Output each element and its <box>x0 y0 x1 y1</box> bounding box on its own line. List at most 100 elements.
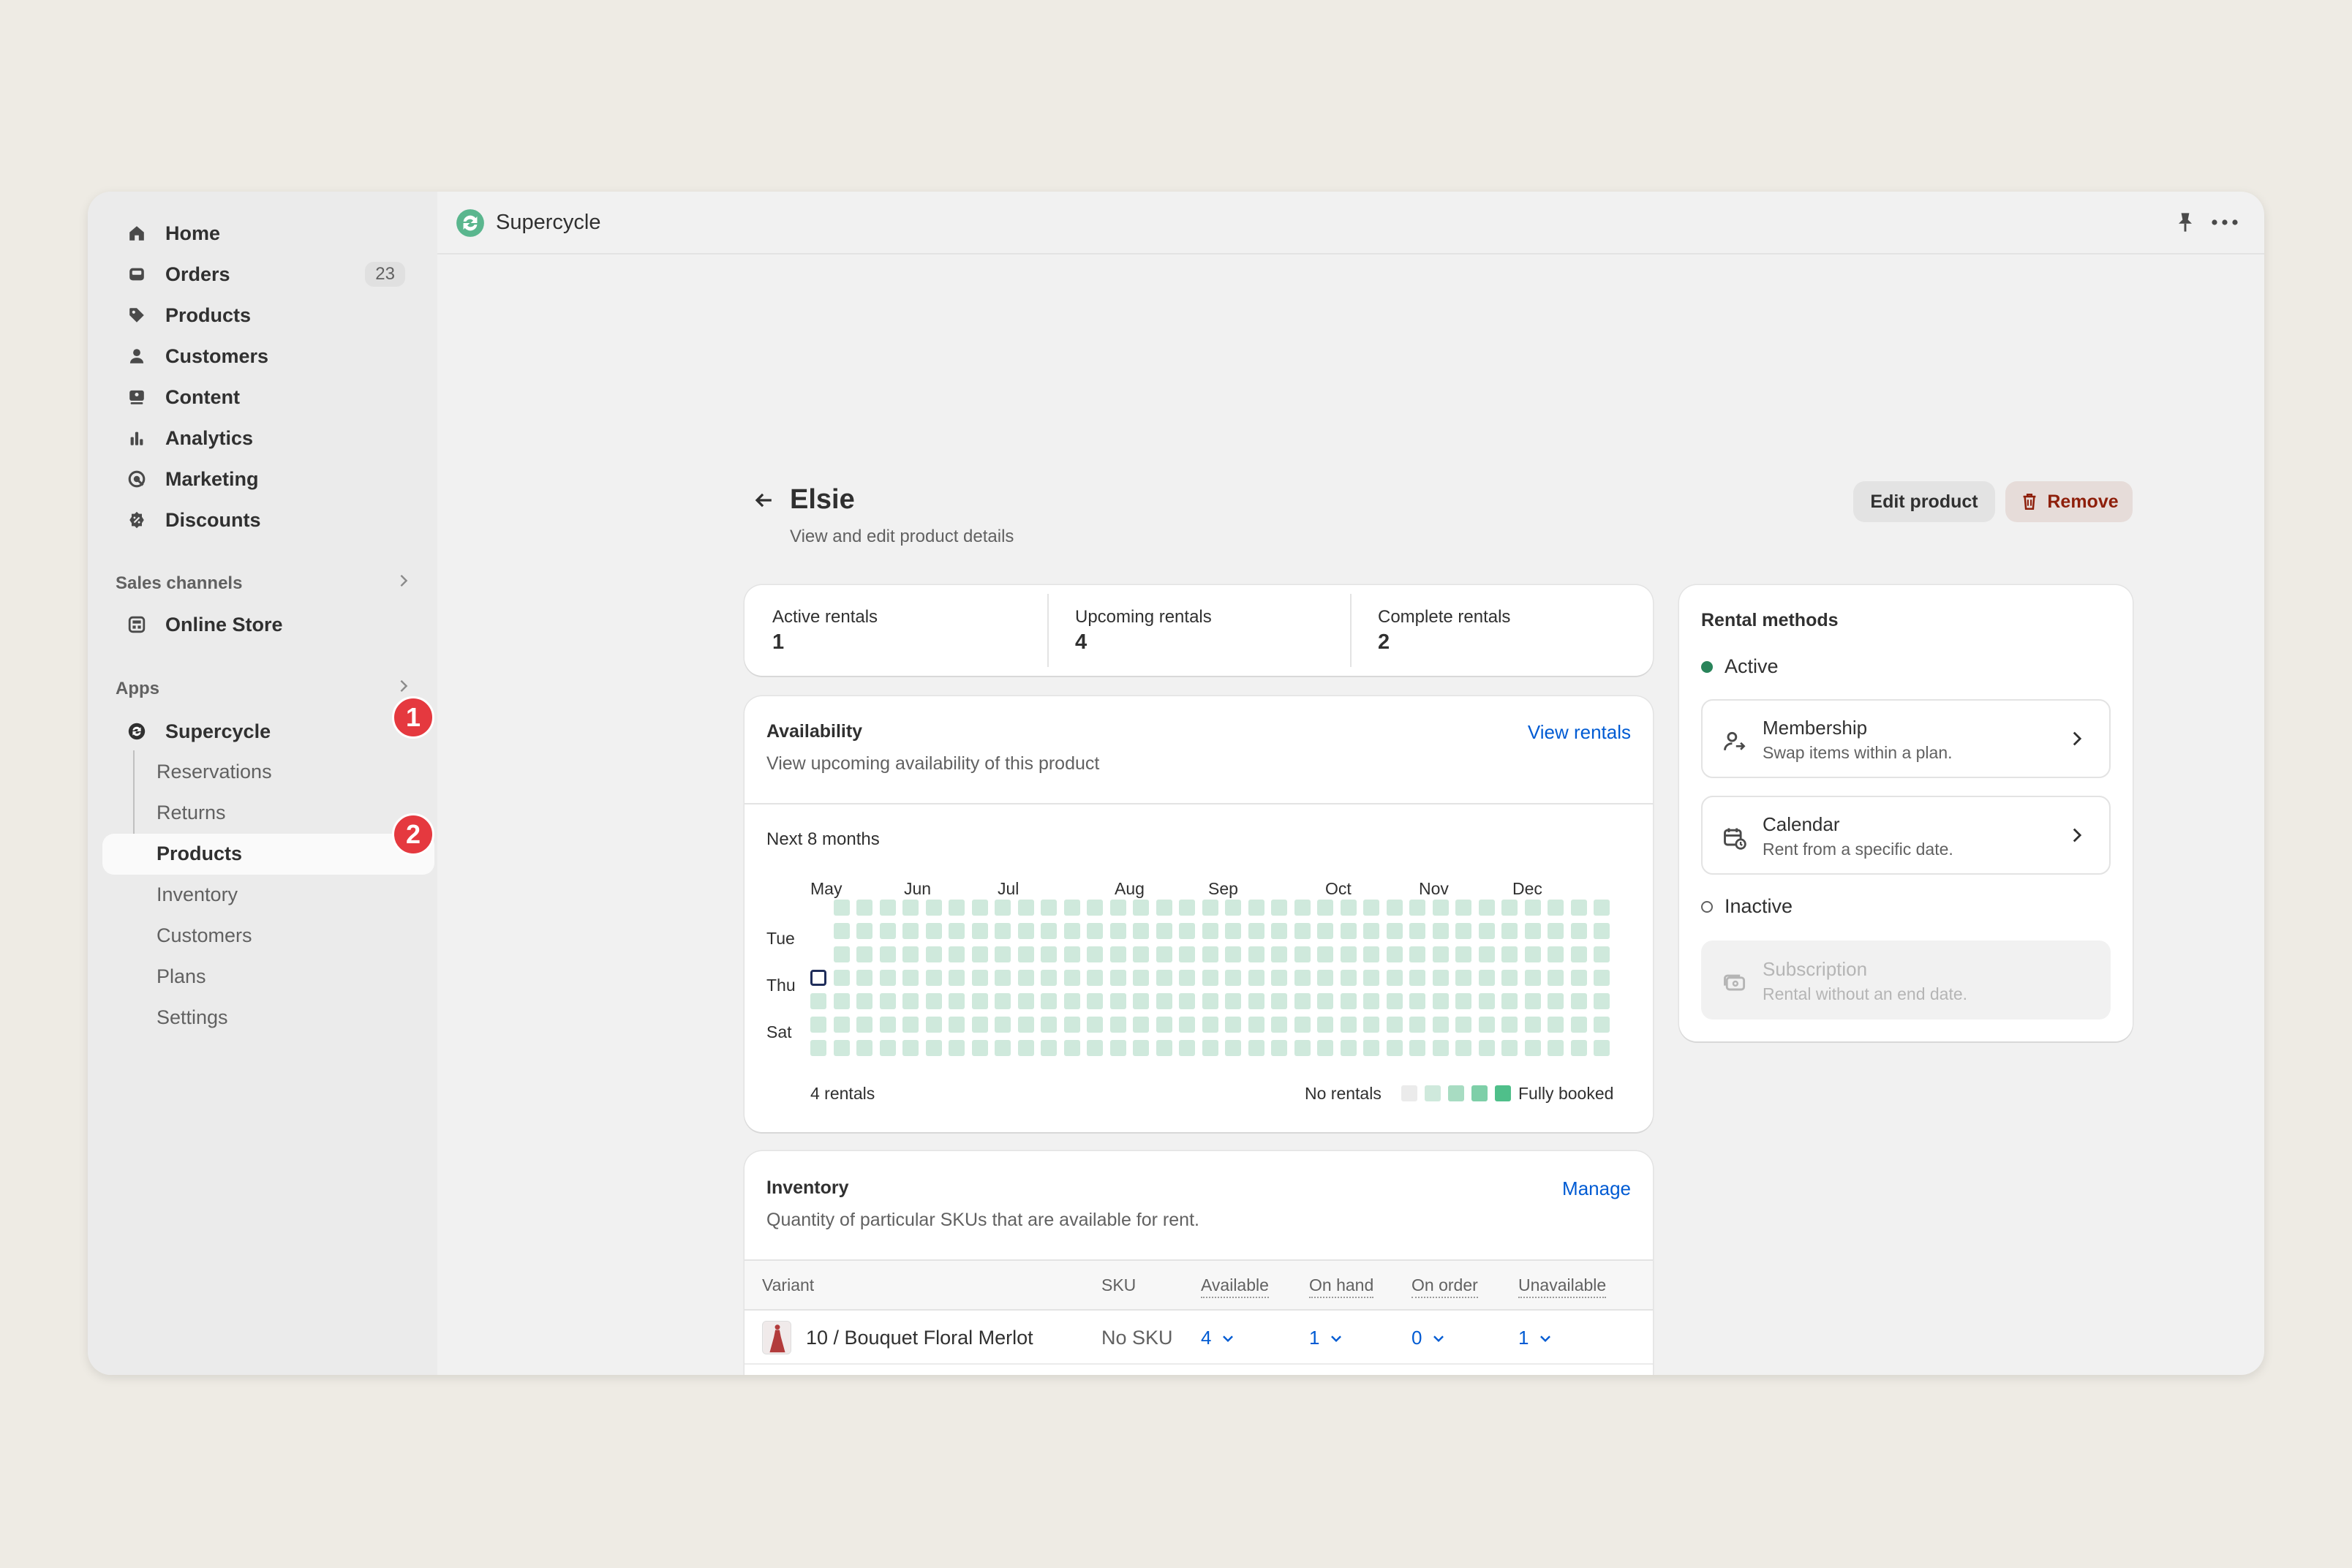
day-cell[interactable] <box>1087 923 1103 939</box>
day-cell[interactable] <box>1225 923 1241 939</box>
day-cell[interactable] <box>925 900 942 916</box>
day-cell[interactable] <box>1294 946 1311 962</box>
day-cell[interactable] <box>1248 993 1264 1009</box>
day-cell[interactable] <box>1386 1040 1403 1056</box>
day-cell[interactable] <box>1570 923 1587 939</box>
day-cell[interactable] <box>1570 1040 1587 1056</box>
day-cell[interactable] <box>1248 1017 1264 1033</box>
day-cell[interactable] <box>949 923 965 939</box>
day-cell[interactable] <box>1409 946 1425 962</box>
day-cell[interactable] <box>1548 993 1564 1009</box>
day-cell[interactable] <box>1363 900 1379 916</box>
day-cell[interactable] <box>995 923 1011 939</box>
day-cell[interactable] <box>1386 993 1403 1009</box>
view-rentals-link[interactable]: View rentals <box>1528 721 1631 744</box>
nav-online-store[interactable]: Online Store <box>117 606 420 644</box>
day-cell[interactable] <box>1317 1017 1333 1033</box>
day-cell[interactable] <box>902 1017 919 1033</box>
day-cell[interactable] <box>1017 1017 1034 1033</box>
day-cell[interactable] <box>1109 993 1126 1009</box>
day-cell[interactable] <box>1294 900 1311 916</box>
edit-product-button[interactable]: Edit product <box>1853 481 1995 522</box>
day-cell[interactable] <box>1133 1017 1149 1033</box>
day-cell[interactable] <box>1017 946 1034 962</box>
day-cell[interactable] <box>949 1017 965 1033</box>
day-cell[interactable] <box>1570 993 1587 1009</box>
nav-marketing[interactable]: Marketing <box>117 460 420 498</box>
day-cell[interactable] <box>1133 1040 1149 1056</box>
day-cell[interactable] <box>1409 1017 1425 1033</box>
day-cell[interactable] <box>856 1017 872 1033</box>
day-cell[interactable] <box>1478 1017 1495 1033</box>
day-cell[interactable] <box>1202 970 1218 986</box>
day-cell[interactable] <box>1432 1017 1449 1033</box>
day-cell[interactable] <box>1524 900 1541 916</box>
membership-method[interactable]: Membership Swap items within a plan. <box>1701 699 2111 778</box>
day-cell[interactable] <box>1478 923 1495 939</box>
day-cell[interactable] <box>1548 946 1564 962</box>
day-cell[interactable] <box>1017 970 1034 986</box>
day-cell[interactable] <box>1548 970 1564 986</box>
day-cell[interactable] <box>1386 946 1403 962</box>
day-cell[interactable] <box>1179 900 1195 916</box>
day-cell[interactable] <box>1225 1017 1241 1033</box>
day-cell[interactable] <box>1225 970 1241 986</box>
day-cell[interactable] <box>1017 900 1034 916</box>
day-cell[interactable] <box>1548 900 1564 916</box>
day-cell[interactable] <box>1017 993 1034 1009</box>
day-cell[interactable] <box>833 970 850 986</box>
day-cell[interactable] <box>833 900 850 916</box>
day-cell[interactable] <box>1317 1040 1333 1056</box>
day-cell[interactable] <box>1179 993 1195 1009</box>
nav-products[interactable]: Products <box>117 296 420 334</box>
day-cell[interactable] <box>1271 993 1287 1009</box>
day-cell[interactable] <box>1294 970 1311 986</box>
day-cell[interactable] <box>1271 923 1287 939</box>
day-cell[interactable] <box>1133 993 1149 1009</box>
day-cell[interactable] <box>833 993 850 1009</box>
day-cell[interactable] <box>1087 993 1103 1009</box>
day-cell[interactable] <box>1524 970 1541 986</box>
day-cell[interactable] <box>879 1040 896 1056</box>
day-cell[interactable] <box>1248 1040 1264 1056</box>
sub-item-reservations[interactable]: Reservations <box>157 761 272 783</box>
day-cell[interactable] <box>949 970 965 986</box>
day-cell[interactable] <box>971 970 988 986</box>
day-cell[interactable] <box>1524 946 1541 962</box>
day-cell[interactable] <box>1594 970 1610 986</box>
day-cell[interactable] <box>1248 900 1264 916</box>
day-cell[interactable] <box>1432 1040 1449 1056</box>
day-cell[interactable] <box>1409 900 1425 916</box>
day-cell[interactable] <box>1524 923 1541 939</box>
day-cell[interactable] <box>856 923 872 939</box>
day-cell[interactable] <box>1317 923 1333 939</box>
day-cell[interactable] <box>879 993 896 1009</box>
day-cell[interactable] <box>925 946 942 962</box>
day-cell[interactable] <box>1478 946 1495 962</box>
day-cell[interactable] <box>1294 993 1311 1009</box>
day-cell[interactable] <box>949 900 965 916</box>
today-cell[interactable] <box>810 970 826 986</box>
day-cell[interactable] <box>1548 1040 1564 1056</box>
day-cell[interactable] <box>971 1017 988 1033</box>
back-arrow-icon[interactable] <box>750 487 777 513</box>
day-cell[interactable] <box>971 993 988 1009</box>
day-cell[interactable] <box>949 993 965 1009</box>
day-cell[interactable] <box>1432 993 1449 1009</box>
day-cell[interactable] <box>1179 1017 1195 1033</box>
day-cell[interactable] <box>1455 946 1471 962</box>
day-cell[interactable] <box>1179 946 1195 962</box>
day-cell[interactable] <box>1294 1040 1311 1056</box>
day-cell[interactable] <box>879 970 896 986</box>
day-cell[interactable] <box>1432 946 1449 962</box>
day-cell[interactable] <box>1363 993 1379 1009</box>
day-cell[interactable] <box>1133 900 1149 916</box>
day-cell[interactable] <box>1501 923 1518 939</box>
day-cell[interactable] <box>971 1040 988 1056</box>
day-cell[interactable] <box>856 946 872 962</box>
day-cell[interactable] <box>1202 923 1218 939</box>
nav-home[interactable]: Home <box>117 214 420 252</box>
day-cell[interactable] <box>1570 1017 1587 1033</box>
day-cell[interactable] <box>1156 1017 1172 1033</box>
day-cell[interactable] <box>1478 900 1495 916</box>
